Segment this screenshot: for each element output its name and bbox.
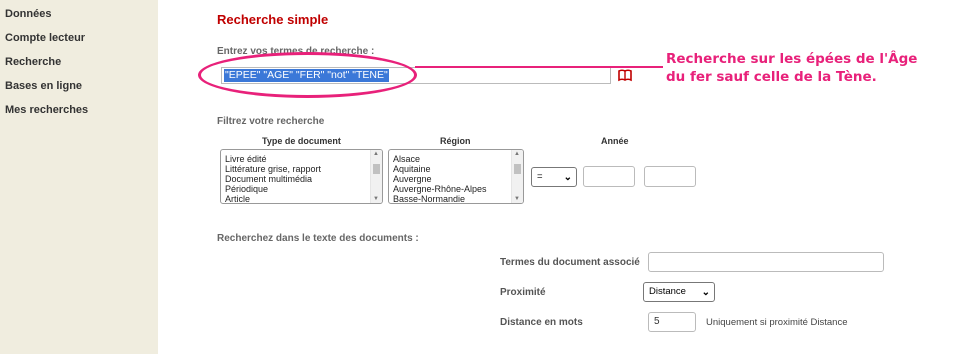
book-icon[interactable] [617, 67, 633, 83]
sidebar-item-bases-en-ligne[interactable]: Bases en ligne [5, 80, 82, 92]
chevron-down-icon: ⌄ [563, 172, 572, 183]
proximity-value: Distance [649, 286, 686, 297]
scroll-down-icon[interactable]: ▼ [514, 196, 520, 202]
search-label: Entrez vos termes de recherche : [217, 46, 375, 57]
scrollbar[interactable]: ▲ ▼ [511, 150, 523, 203]
chevron-down-icon: ⌄ [701, 287, 710, 298]
sidebar: Données Compte lecteur Recherche Bases e… [0, 0, 158, 354]
list-item[interactable]: Document multimédia [221, 174, 382, 184]
list-item[interactable]: Périodique [221, 184, 382, 194]
search-input[interactable]: "EPEE" "AGE" "FER" "not" "TENE" [221, 67, 611, 84]
scroll-thumb[interactable] [373, 164, 380, 174]
page-title: Recherche simple [217, 12, 329, 27]
type-document-listbox[interactable]: Livre édité Littérature grise, rapport D… [220, 149, 383, 204]
distance-label: Distance en mots [500, 317, 583, 328]
year-from-input[interactable] [583, 166, 635, 187]
year-to-input[interactable] [644, 166, 696, 187]
year-header: Année [601, 136, 629, 146]
distance-input[interactable]: 5 [648, 312, 696, 332]
region-header: Région [440, 136, 471, 146]
scrollbar[interactable]: ▲ ▼ [370, 150, 382, 203]
list-item[interactable]: Aquitaine [389, 164, 523, 174]
search-input-value: "EPEE" "AGE" "FER" "not" "TENE" [224, 69, 389, 82]
annotation-connector-line [415, 66, 663, 68]
list-item[interactable]: Auvergne [389, 174, 523, 184]
scroll-up-icon[interactable]: ▲ [514, 151, 520, 157]
year-operator-value: = [537, 171, 543, 182]
list-item[interactable]: Article [221, 194, 382, 203]
proximity-label: Proximité [500, 287, 546, 298]
fulltext-label: Recherchez dans le texte des documents : [217, 233, 419, 244]
sidebar-item-recherche[interactable]: Recherche [5, 56, 61, 68]
list-item[interactable]: Littérature grise, rapport [221, 164, 382, 174]
list-item[interactable]: Alsace [389, 154, 523, 164]
sidebar-item-donnees[interactable]: Données [5, 8, 51, 20]
scroll-thumb[interactable] [514, 164, 521, 174]
scroll-up-icon[interactable]: ▲ [373, 151, 379, 157]
proximity-select[interactable]: Distance ⌄ [643, 282, 715, 302]
sidebar-item-compte-lecteur[interactable]: Compte lecteur [5, 32, 85, 44]
sidebar-item-mes-recherches[interactable]: Mes recherches [5, 104, 88, 116]
assoc-terms-input[interactable] [648, 252, 884, 272]
assoc-terms-label: Termes du document associé [500, 257, 640, 268]
type-document-header: Type de document [262, 136, 341, 146]
year-operator-select[interactable]: = ⌄ [531, 167, 577, 187]
list-item[interactable]: Basse-Normandie [389, 194, 523, 203]
scroll-down-icon[interactable]: ▼ [373, 196, 379, 202]
region-listbox[interactable]: Alsace Aquitaine Auvergne Auvergne-Rhône… [388, 149, 524, 204]
list-item[interactable]: Auvergne-Rhône-Alpes [389, 184, 523, 194]
filter-label: Filtrez votre recherche [217, 116, 325, 127]
annotation-text: Recherche sur les épées de l'Âge du fer … [666, 51, 918, 85]
distance-hint: Uniquement si proximité Distance [706, 317, 848, 328]
list-item[interactable]: Livre édité [221, 154, 382, 164]
